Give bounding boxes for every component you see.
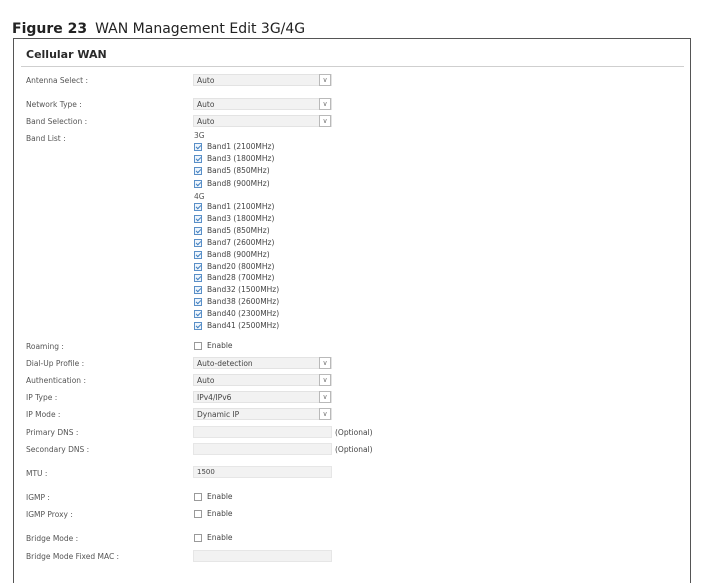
checkbox-icon[interactable]: [194, 534, 202, 542]
checkbox-checked-icon[interactable]: [194, 250, 202, 259]
igmp-label: IGMP :: [26, 493, 50, 502]
roaming-label: Roaming :: [26, 342, 64, 351]
authentication-value: Auto: [197, 376, 215, 385]
figure-number: Figure 23: [12, 21, 88, 37]
network-type-select[interactable]: Auto ∨: [193, 98, 332, 110]
igmp-enable-label: Enable: [207, 492, 233, 501]
checkbox-icon[interactable]: [194, 510, 202, 518]
band-selection-value: Auto: [197, 117, 215, 126]
antenna-select[interactable]: Auto ∨: [193, 74, 332, 86]
checkbox-checked-icon[interactable]: [194, 167, 202, 176]
band-label: Band8 (900MHz): [207, 249, 270, 259]
secondary-dns-label: Secondary DNS :: [26, 445, 90, 454]
authentication-label: Authentication :: [26, 376, 86, 385]
chevron-down-icon[interactable]: ∨: [319, 408, 331, 420]
figure-caption: Figure 23 WAN Management Edit 3G/4G: [12, 21, 305, 37]
bridge-mac-label: Bridge Mode Fixed MAC :: [26, 552, 120, 561]
checkbox-checked-icon[interactable]: [194, 310, 202, 319]
band-label: Band3 (1800MHz): [207, 213, 275, 223]
chevron-down-icon[interactable]: ∨: [319, 391, 331, 403]
section-divider: [21, 66, 684, 67]
band-label: Band1 (2100MHz): [207, 202, 275, 211]
checkbox-icon[interactable]: [194, 493, 202, 501]
antenna-select-value: Auto: [197, 76, 215, 85]
checkbox-icon[interactable]: [194, 342, 202, 350]
checkbox-checked-icon[interactable]: [194, 286, 202, 295]
dialup-profile-select[interactable]: Auto-detection ∨: [193, 357, 332, 369]
network-type-value: Auto: [197, 100, 215, 109]
chevron-down-icon[interactable]: ∨: [319, 374, 331, 386]
ip-mode-value: Dynamic IP: [197, 410, 240, 419]
mtu-input[interactable]: 1500: [193, 466, 332, 478]
mtu-label: MTU :: [26, 469, 48, 478]
band-label: Band5 (850MHz): [207, 166, 270, 176]
ip-type-label: IP Type :: [26, 393, 58, 402]
dialup-profile-label: Dial-Up Profile :: [26, 359, 85, 368]
checkbox-checked-icon[interactable]: [194, 274, 202, 283]
band-selection-label: Band Selection :: [26, 117, 88, 126]
checkbox-checked-icon[interactable]: [194, 262, 202, 271]
roaming-enable-label: Enable: [207, 341, 233, 350]
igmp-proxy-label: IGMP Proxy :: [26, 510, 73, 519]
checkbox-checked-icon[interactable]: [194, 226, 202, 235]
mtu-value: 1500: [197, 468, 215, 476]
band-group-3g-label: 3G: [194, 131, 205, 140]
secondary-dns-optional-note: (Optional): [335, 445, 373, 454]
antenna-select-label: Antenna Select :: [26, 76, 88, 85]
checkbox-checked-icon[interactable]: [194, 143, 202, 151]
primary-dns-label: Primary DNS :: [26, 428, 79, 437]
band-label: Band28 (700MHz): [207, 273, 275, 283]
checkbox-checked-icon[interactable]: [194, 322, 202, 330]
chevron-down-icon[interactable]: ∨: [319, 98, 331, 110]
ip-mode-select[interactable]: Dynamic IP ∨: [193, 408, 332, 420]
ip-type-select[interactable]: IPv4/IPv6 ∨: [193, 391, 332, 403]
chevron-down-icon[interactable]: ∨: [319, 74, 331, 86]
igmp-proxy-enable-label: Enable: [207, 509, 233, 518]
band-label: Band8 (900MHz): [207, 178, 270, 188]
band-group-4g-label: 4G: [194, 192, 205, 201]
authentication-select[interactable]: Auto ∨: [193, 374, 332, 386]
checkbox-checked-icon[interactable]: [194, 155, 202, 164]
settings-panel: [13, 38, 691, 583]
bridge-mode-enable-label: Enable: [207, 533, 233, 542]
ip-mode-label: IP Mode :: [26, 410, 61, 419]
chevron-down-icon[interactable]: ∨: [319, 115, 331, 127]
bridge-mode-label: Bridge Mode :: [26, 534, 79, 543]
band-label: Band5 (850MHz): [207, 225, 270, 235]
band-label: Band32 (1500MHz): [207, 285, 280, 295]
bridge-mac-input[interactable]: [193, 550, 332, 562]
checkbox-checked-icon[interactable]: [194, 179, 202, 188]
checkbox-checked-icon[interactable]: [194, 238, 202, 247]
dialup-profile-value: Auto-detection: [197, 359, 253, 368]
checkbox-checked-icon[interactable]: [194, 298, 202, 307]
band-label: Band7 (2600MHz): [207, 237, 275, 247]
checkbox-checked-icon[interactable]: [194, 214, 202, 223]
secondary-dns-input[interactable]: [193, 443, 332, 455]
ip-type-value: IPv4/IPv6: [197, 393, 232, 402]
band-list-label: Band List :: [26, 134, 66, 143]
band-selection-select[interactable]: Auto ∨: [193, 115, 332, 127]
primary-dns-optional-note: (Optional): [335, 428, 373, 437]
band-label: Band38 (2600MHz): [207, 297, 280, 307]
band-label: Band20 (800MHz): [207, 261, 275, 271]
figure-title: WAN Management Edit 3G/4G: [95, 21, 306, 37]
band-label: Band41 (2500MHz): [207, 321, 280, 330]
section-title: Cellular WAN: [26, 48, 107, 61]
band-label: Band1 (2100MHz): [207, 142, 275, 151]
band-label: Band40 (2300MHz): [207, 309, 280, 319]
chevron-down-icon[interactable]: ∨: [319, 357, 331, 369]
network-type-label: Network Type :: [26, 100, 82, 109]
checkbox-checked-icon[interactable]: [194, 203, 202, 211]
primary-dns-input[interactable]: [193, 426, 332, 438]
band-label: Band3 (1800MHz): [207, 154, 275, 164]
